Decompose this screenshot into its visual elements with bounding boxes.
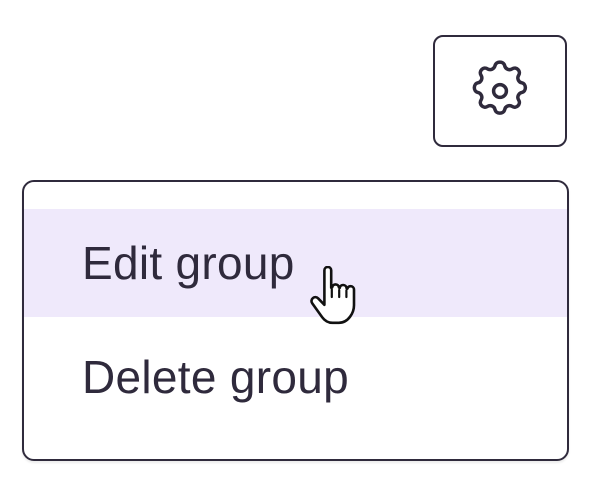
delete-group-menu-item[interactable]: Delete group (24, 323, 567, 431)
group-actions-menu: Edit group Delete group (22, 180, 569, 461)
edit-group-menu-item[interactable]: Edit group (24, 209, 567, 317)
edit-group-label: Edit group (82, 237, 295, 289)
delete-group-label: Delete group (82, 351, 349, 403)
settings-button[interactable] (433, 35, 567, 147)
gear-icon (465, 56, 535, 126)
